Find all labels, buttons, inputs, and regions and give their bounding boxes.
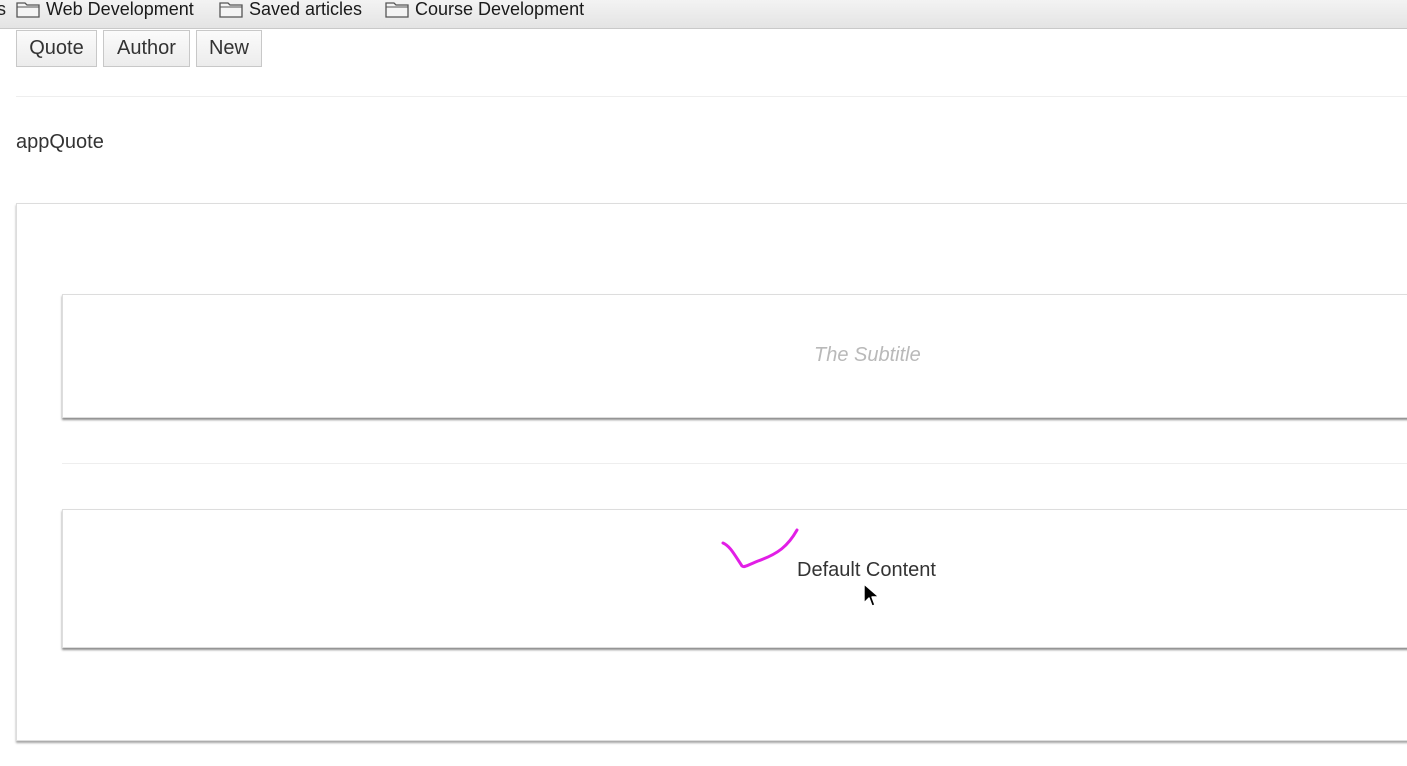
pen-annotation-mark <box>721 528 799 569</box>
bookmark-label: Course Development <box>415 0 585 19</box>
subtitle-text: The Subtitle <box>814 344 921 366</box>
author-button[interactable]: Author <box>103 30 190 67</box>
folder-icon <box>16 1 40 18</box>
quote-panel <box>16 203 1407 741</box>
quote-button[interactable]: Quote <box>16 30 97 67</box>
top-divider <box>16 96 1407 97</box>
content-text: Default Content <box>797 559 936 581</box>
bookmark-label: Web Development <box>46 0 194 19</box>
subtitle-card <box>62 294 1407 418</box>
folder-icon <box>385 1 409 18</box>
bookmark-web-development[interactable]: Web Development <box>16 0 194 21</box>
bookmarks-bar: s Web Development Saved articles Course … <box>0 0 1407 29</box>
card-divider <box>62 463 1407 464</box>
bookmark-saved-articles[interactable]: Saved articles <box>219 0 362 21</box>
new-button[interactable]: New <box>196 30 262 67</box>
bookmark-edge-fragment: s <box>0 0 6 20</box>
arrow-cursor-icon <box>863 583 880 607</box>
bookmark-course-development[interactable]: Course Development <box>385 0 584 21</box>
component-label: appQuote <box>16 131 104 153</box>
bookmark-label: Saved articles <box>249 0 363 19</box>
folder-icon <box>219 1 243 18</box>
